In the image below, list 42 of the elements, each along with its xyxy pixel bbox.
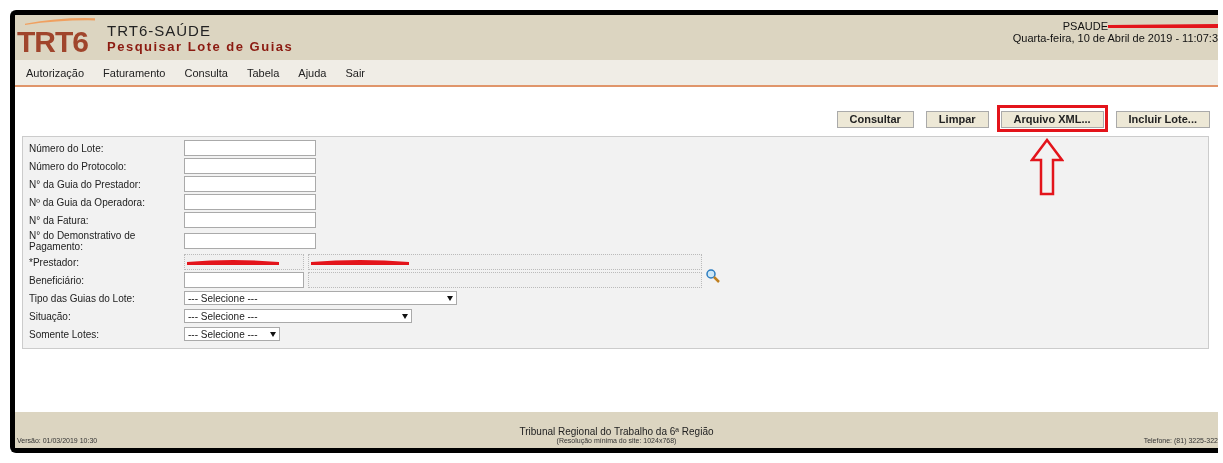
action-button[interactable]: Consultar [836, 110, 914, 128]
input-field[interactable] [184, 194, 316, 210]
date-time: Quarta-feira, 10 de Abril de 2019 - 11:07:3 [1012, 32, 1218, 44]
menu-item[interactable]: Sair [345, 66, 365, 79]
annotation-arrow [1029, 137, 1064, 196]
caret-icon [447, 295, 453, 301]
username: PSAUDE [1062, 20, 1108, 32]
field-label: Tipo das Guias do Lote: [29, 292, 136, 304]
menu-item[interactable]: Tabela [246, 66, 280, 79]
app-name: TRT6-SAÚDE [107, 21, 212, 39]
field-label: *Prestador: [29, 256, 81, 268]
input-field[interactable] [184, 233, 316, 249]
field-label: N° da Fatura: [29, 214, 90, 226]
field-label: Somente Lotes: [29, 328, 101, 340]
organization-name: Tribunal Regional do Trabalho da 6ª Região [519, 426, 714, 437]
page-title: Pesquisar Lote de Guias [107, 38, 294, 54]
action-button[interactable]: Arquivo XML... [1000, 110, 1104, 128]
dropdown[interactable]: --- Selecione --- [184, 309, 412, 323]
menu-item[interactable]: Consulta [184, 66, 228, 79]
input-field[interactable] [184, 140, 316, 156]
action-button[interactable]: Incluir Lote... [1115, 110, 1210, 128]
field-label: Número do Lote: [29, 142, 105, 154]
input-field[interactable] [184, 176, 316, 192]
logo: TRT6 [17, 16, 97, 59]
dropdown[interactable]: --- Selecione --- [184, 291, 457, 305]
code-field[interactable] [184, 272, 304, 288]
field-label: Situação: [29, 310, 72, 322]
field-label: Número do Protocolo: [29, 160, 128, 172]
field-label: N° da Guia do Prestador: [29, 178, 142, 190]
menu-item[interactable]: Ajuda [298, 66, 327, 79]
menu-item[interactable]: Autorização [26, 66, 85, 79]
action-button[interactable]: Limpar [925, 110, 989, 128]
caret-icon [402, 313, 408, 319]
field-label: Beneficiário: [29, 274, 86, 286]
caret-icon [270, 331, 276, 337]
field-label: N° do Demonstrativo de Pagamento: [29, 230, 137, 252]
menu-item[interactable]: Faturamento [103, 66, 166, 79]
field-label: Nº da Guia da Operadora: [29, 196, 146, 208]
input-field[interactable] [184, 212, 316, 228]
dropdown[interactable]: --- Selecione --- [184, 327, 280, 341]
input-field[interactable] [184, 158, 316, 174]
search-icon[interactable] [706, 269, 720, 283]
